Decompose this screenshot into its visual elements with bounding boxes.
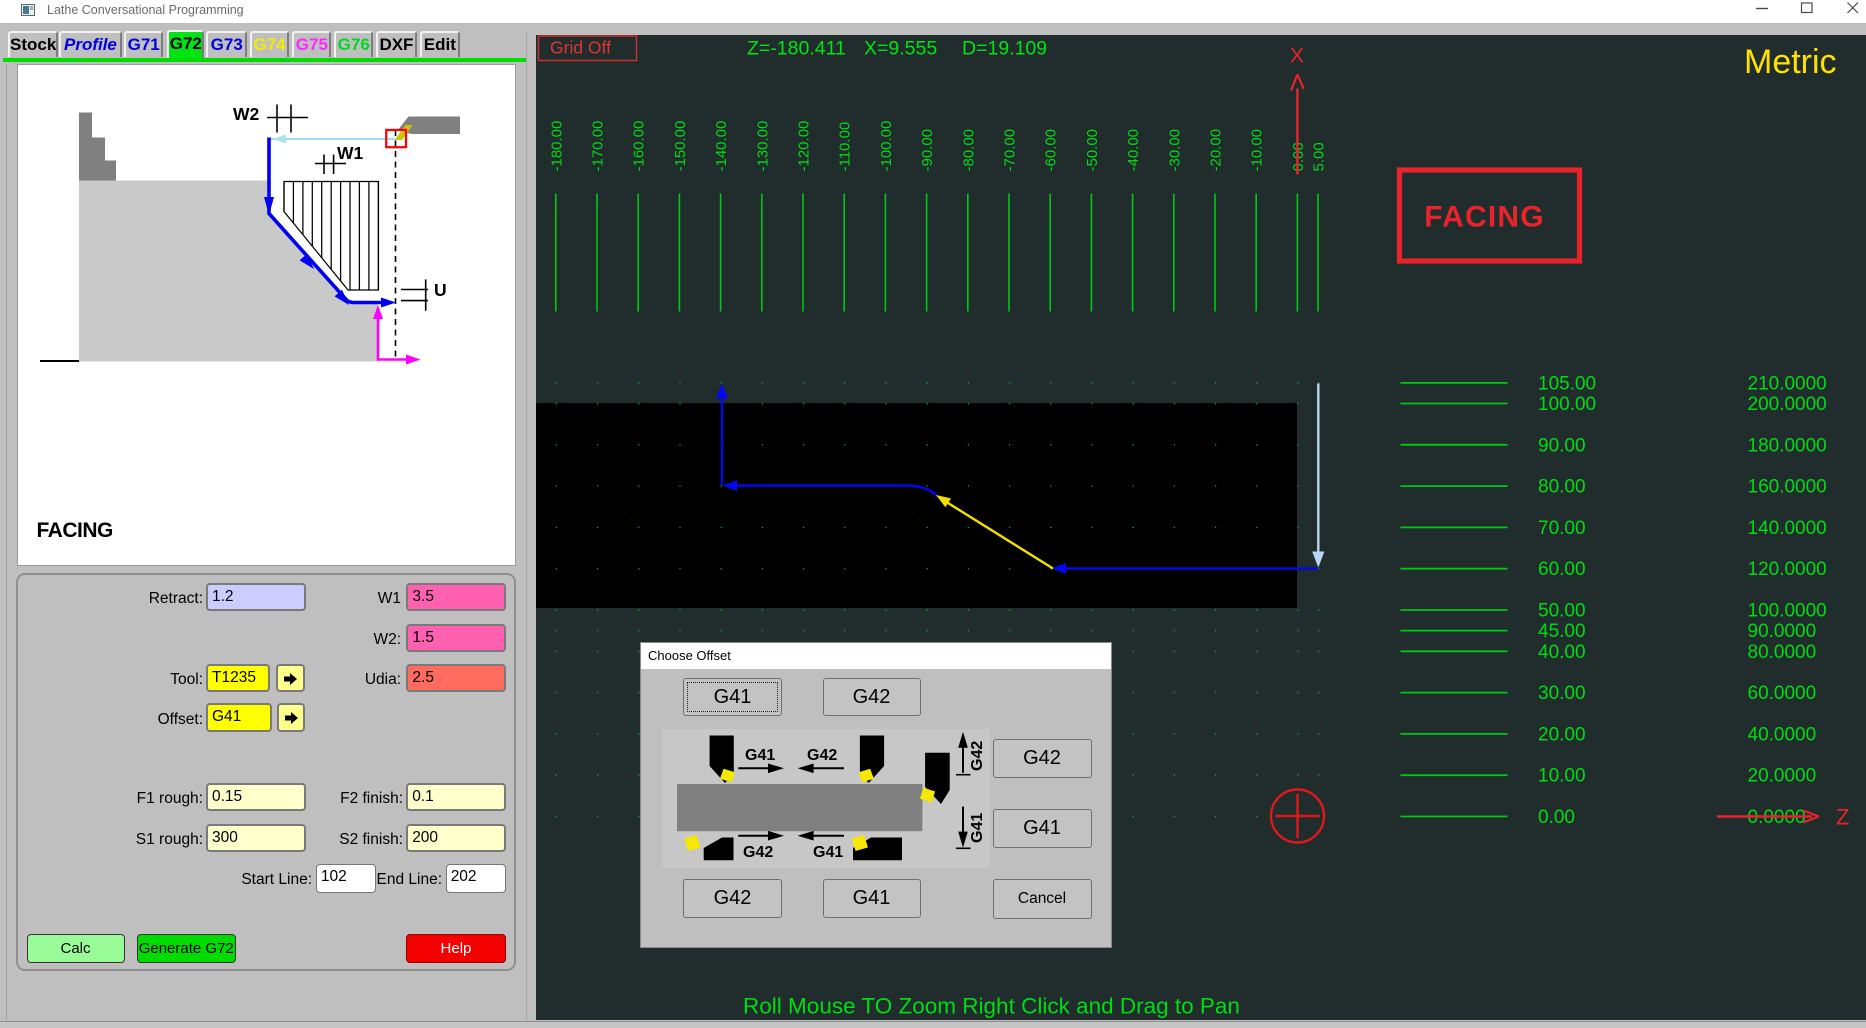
svg-text:G42: G42 [807, 747, 837, 764]
svg-text:X=9.555: X=9.555 [864, 37, 937, 59]
svg-text:-60.00: -60.00 [1043, 128, 1060, 171]
svg-text:200.0000: 200.0000 [1748, 394, 1827, 415]
svg-text:FACING: FACING [37, 519, 114, 542]
svg-text:120.0000: 120.0000 [1748, 559, 1827, 580]
svg-text:30.00: 30.00 [1538, 683, 1586, 704]
svg-text:40.00: 40.00 [1538, 641, 1586, 662]
svg-text:G42: G42 [969, 741, 986, 771]
svg-text:20.00: 20.00 [1538, 724, 1586, 745]
svg-text:-70.00: -70.00 [1002, 128, 1019, 171]
svg-text:140.0000: 140.0000 [1748, 517, 1827, 538]
svg-text:-20.00: -20.00 [1208, 128, 1225, 171]
svg-text:180.0000: 180.0000 [1748, 435, 1827, 456]
svg-text:-80.00: -80.00 [960, 128, 977, 171]
svg-text:-180.00: -180.00 [548, 120, 565, 171]
svg-text:W2: W2 [233, 104, 260, 124]
svg-text:X: X [1290, 44, 1304, 67]
svg-text:-160.00: -160.00 [631, 120, 648, 171]
svg-text:70.00: 70.00 [1538, 517, 1586, 538]
svg-text:90.00: 90.00 [1538, 435, 1586, 456]
svg-text:-140.00: -140.00 [713, 120, 730, 171]
svg-text:50.00: 50.00 [1538, 600, 1586, 621]
svg-text:80.00: 80.00 [1538, 476, 1586, 497]
svg-text:-120.00: -120.00 [796, 120, 813, 171]
svg-text:Z: Z [1836, 804, 1849, 829]
svg-text:80.0000: 80.0000 [1748, 641, 1817, 662]
svg-text:100.00: 100.00 [1538, 394, 1596, 415]
svg-text:-90.00: -90.00 [919, 128, 936, 171]
svg-text:U: U [434, 280, 447, 300]
svg-text:-130.00: -130.00 [754, 120, 771, 171]
svg-text:FACING: FACING [1424, 200, 1545, 233]
svg-text:-50.00: -50.00 [1084, 128, 1101, 171]
svg-text:-10.00: -10.00 [1249, 128, 1266, 171]
svg-text:60.00: 60.00 [1538, 559, 1586, 580]
svg-text:105.00: 105.00 [1538, 373, 1596, 394]
svg-text:W1: W1 [337, 143, 364, 163]
svg-text:Metric: Metric [1744, 43, 1837, 81]
svg-text:-150.00: -150.00 [672, 120, 689, 171]
svg-text:210.0000: 210.0000 [1748, 373, 1827, 394]
svg-text:60.0000: 60.0000 [1748, 683, 1817, 704]
svg-text:Grid Off: Grid Off [550, 37, 611, 57]
svg-text:160.0000: 160.0000 [1748, 476, 1827, 497]
svg-text:100.0000: 100.0000 [1748, 600, 1827, 621]
svg-text:5.00: 5.00 [1311, 142, 1328, 171]
svg-text:G41: G41 [969, 813, 986, 843]
svg-text:-30.00: -30.00 [1166, 128, 1183, 171]
svg-text:Z=-180.411: Z=-180.411 [747, 37, 846, 59]
svg-text:90.0000: 90.0000 [1748, 621, 1817, 642]
svg-text:G41: G41 [813, 844, 843, 861]
svg-text:G42: G42 [743, 844, 773, 861]
svg-text:10.00: 10.00 [1538, 765, 1586, 786]
svg-text:-110.00: -110.00 [837, 121, 854, 171]
svg-text:Roll Mouse TO Zoom Right Click: Roll Mouse TO Zoom Right Click and Drag … [743, 993, 1240, 1018]
svg-text:D=19.109: D=19.109 [962, 37, 1047, 59]
svg-text:-170.00: -170.00 [590, 120, 607, 171]
svg-text:-40.00: -40.00 [1125, 128, 1142, 171]
svg-text:40.0000: 40.0000 [1748, 724, 1817, 745]
svg-text:20.0000: 20.0000 [1748, 765, 1817, 786]
svg-text:G41: G41 [745, 747, 775, 764]
svg-text:0.00: 0.00 [1538, 807, 1575, 828]
svg-text:-100.00: -100.00 [878, 120, 895, 171]
svg-text:45.00: 45.00 [1538, 621, 1586, 642]
